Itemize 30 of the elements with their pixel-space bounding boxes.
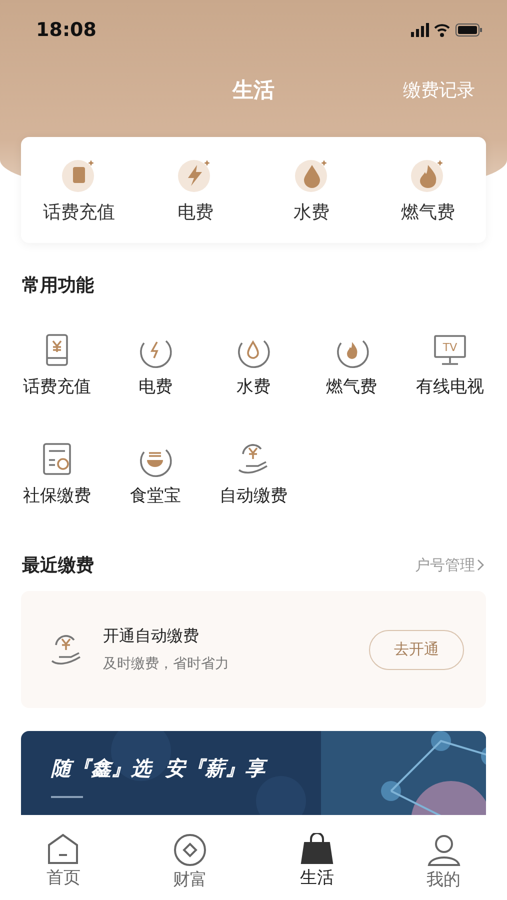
user-icon <box>426 833 461 867</box>
page-title: 生活 <box>232 77 274 104</box>
auto-pay-title: 开通自动缴费 <box>103 626 200 647</box>
bag-icon <box>300 833 334 865</box>
signal-icon <box>411 23 429 37</box>
function-label[interactable]: 水费 <box>236 375 270 398</box>
tab[interactable]: 我的 <box>380 815 507 900</box>
section-title: 最近缴费 <box>22 554 94 577</box>
home-icon <box>46 833 80 865</box>
function-label[interactable]: 燃气费 <box>326 375 378 398</box>
function-label[interactable]: 自动缴费 <box>219 484 288 507</box>
tab[interactable]: 生活 <box>254 815 380 900</box>
status-time: 18:08 <box>36 19 96 41</box>
quick-pay-label[interactable]: 电费 <box>177 200 214 224</box>
quick-pay-label[interactable]: 燃气费 <box>400 200 455 224</box>
function-label[interactable]: 社保缴费 <box>23 484 92 507</box>
function-label[interactable]: 有线电视 <box>416 375 484 398</box>
chevron-icon <box>477 559 485 571</box>
battery-icon <box>456 24 482 36</box>
tab[interactable]: 首页 <box>0 815 127 900</box>
section-title: 常用功能 <box>22 274 94 297</box>
quick-pay-label[interactable]: 话费充值 <box>43 200 116 224</box>
function-label[interactable]: 电费 <box>138 375 172 398</box>
auto-pay-subtitle: 及时缴费，省时省力 <box>103 655 230 673</box>
wifi-icon <box>434 24 450 37</box>
function-label[interactable]: 话费充值 <box>23 375 92 398</box>
tab[interactable]: 财富 <box>126 815 254 900</box>
coin-icon <box>173 833 208 867</box>
function-label[interactable]: 食堂宝 <box>130 484 181 507</box>
quick-pay-label[interactable]: 水费 <box>294 200 330 224</box>
